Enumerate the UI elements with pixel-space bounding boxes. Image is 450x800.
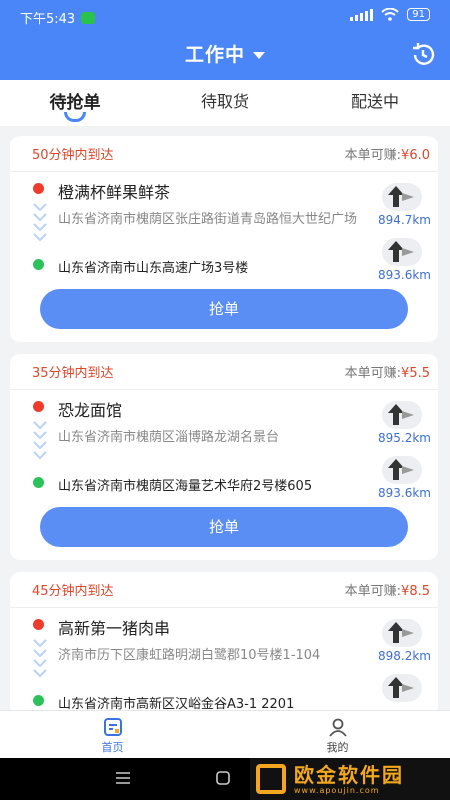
pickup-distance: 894.7km bbox=[378, 213, 431, 227]
order-deadline: 50分钟内到达 bbox=[32, 148, 114, 163]
delivery-dot bbox=[33, 477, 44, 488]
order-earnings: 本单可赚:¥8.5 bbox=[345, 580, 430, 599]
pickup-distance: 895.2km bbox=[378, 431, 431, 445]
shop-name: 橙满杯鲜果鲜茶 bbox=[58, 183, 171, 202]
nav-label: 我的 bbox=[326, 741, 349, 754]
signal-icon bbox=[350, 8, 374, 21]
watermark-text: 欧金软件园 bbox=[294, 762, 404, 787]
shop-name: 高新第一猪肉串 bbox=[58, 619, 171, 638]
earn-label: 本单可赚: bbox=[344, 366, 402, 381]
tab-label: 配送中 bbox=[350, 92, 399, 111]
pickup-address: 济南市历下区康虹路明湖白鹭郡10号楼1-104 bbox=[58, 648, 321, 663]
earn-amount: ¥6.0 bbox=[401, 148, 430, 163]
wechat-icon bbox=[81, 11, 96, 24]
bottom-nav: 首页 我的 bbox=[0, 710, 450, 758]
route-chevron-icon bbox=[33, 203, 47, 242]
nav-mine[interactable]: 我的 bbox=[225, 711, 450, 758]
watermark-logo-icon bbox=[256, 764, 286, 794]
dropdown-caret-icon bbox=[253, 52, 265, 59]
order-deadline: 45分钟内到达 bbox=[32, 584, 114, 599]
pickup-dot bbox=[33, 619, 44, 630]
watermark-url: www.apoujin.com bbox=[294, 785, 380, 795]
delivery-distance: 893.6km bbox=[378, 268, 431, 282]
order-list[interactable]: 50分钟内到达 本单可赚:¥6.0 橙满杯鲜果鲜茶 山东省济南市槐荫区张庄路街道… bbox=[0, 126, 450, 710]
order-tabs: 待抢单 待取货 配送中 bbox=[0, 80, 450, 126]
earn-label: 本单可赚: bbox=[344, 584, 402, 599]
watermark-text-block: 欧金软件园 www.apoujin.com bbox=[294, 764, 404, 795]
watermark: 欧金软件园 www.apoujin.com bbox=[250, 758, 450, 800]
order-earnings: 本单可赚:¥6.0 bbox=[345, 144, 430, 163]
pickup-distance: 898.2km bbox=[378, 649, 431, 663]
order-card-header: 50分钟内到达 本单可赚:¥6.0 bbox=[10, 136, 438, 172]
order-deadline: 35分钟内到达 bbox=[32, 366, 114, 381]
delivery-dot bbox=[33, 259, 44, 270]
home-square-icon[interactable] bbox=[215, 771, 231, 785]
navigate-arrow-icon[interactable] bbox=[382, 619, 422, 647]
status-time: 下午5:43 bbox=[20, 12, 76, 27]
tab-waiting-grab[interactable]: 待抢单 bbox=[0, 80, 150, 126]
order-card-header: 35分钟内到达 本单可赚:¥5.5 bbox=[10, 354, 438, 390]
delivery-address: 山东省济南市槐荫区海量艺术华府2号楼605 bbox=[58, 479, 313, 494]
delivery-address: 山东省济南市高新区汉峪金谷A3-1 2201 bbox=[58, 697, 295, 710]
delivery-address: 山东省济南市山东高速广场3号楼 bbox=[58, 261, 249, 276]
pickup-address: 山东省济南市槐荫区淄博路龙湖名景台 bbox=[58, 430, 280, 445]
pickup-dot bbox=[33, 183, 44, 194]
tab-delivering[interactable]: 配送中 bbox=[300, 80, 450, 126]
profile-icon bbox=[328, 718, 347, 737]
work-status-selector[interactable]: 工作中 bbox=[0, 40, 450, 67]
tab-active-indicator bbox=[64, 112, 86, 122]
navigate-arrow-icon[interactable] bbox=[382, 674, 422, 702]
route-chevron-icon bbox=[33, 639, 47, 678]
order-card-header: 45分钟内到达 本单可赚:¥8.5 bbox=[10, 572, 438, 608]
shop-name: 恐龙面馆 bbox=[58, 401, 123, 420]
page-title: 工作中 bbox=[184, 44, 245, 66]
home-icon bbox=[103, 718, 122, 736]
pickup-dot bbox=[33, 401, 44, 412]
grab-order-button[interactable]: 抢单 bbox=[40, 289, 408, 329]
order-card: 35分钟内到达 本单可赚:¥5.5 恐龙面馆 山东省济南市槐荫区淄博路龙湖名景台… bbox=[10, 354, 438, 560]
delivery-distance: 893.6km bbox=[378, 486, 431, 500]
top-bar: 下午5:43 91 工作中 bbox=[0, 0, 450, 80]
history-icon[interactable] bbox=[410, 42, 436, 68]
order-card: 50分钟内到达 本单可赚:¥6.0 橙满杯鲜果鲜茶 山东省济南市槐荫区张庄路街道… bbox=[10, 136, 438, 342]
pickup-address: 山东省济南市槐荫区张庄路街道青岛路恒大世纪广场 bbox=[58, 212, 358, 227]
battery-icon: 91 bbox=[407, 8, 430, 21]
order-card: 45分钟内到达 本单可赚:¥8.5 高新第一猪肉串 济南市历下区康虹路明湖白鹭郡… bbox=[10, 572, 438, 710]
wifi-icon bbox=[381, 8, 399, 21]
grab-order-button[interactable]: 抢单 bbox=[40, 507, 408, 547]
navigate-arrow-icon[interactable] bbox=[382, 401, 422, 429]
nav-label: 首页 bbox=[101, 741, 124, 754]
status-bar-right: 91 bbox=[350, 8, 430, 21]
earn-amount: ¥5.5 bbox=[401, 366, 430, 381]
navigate-arrow-icon[interactable] bbox=[382, 238, 422, 266]
navigate-arrow-icon[interactable] bbox=[382, 183, 422, 211]
menu-icon[interactable] bbox=[115, 771, 131, 785]
status-bar-left: 下午5:43 bbox=[20, 8, 96, 27]
tab-waiting-pickup[interactable]: 待取货 bbox=[150, 80, 300, 126]
delivery-dot bbox=[33, 695, 44, 706]
earn-label: 本单可赚: bbox=[344, 148, 402, 163]
tab-label: 待取货 bbox=[200, 92, 249, 111]
order-earnings: 本单可赚:¥5.5 bbox=[345, 362, 430, 381]
nav-home[interactable]: 首页 bbox=[0, 711, 225, 758]
navigate-arrow-icon[interactable] bbox=[382, 456, 422, 484]
earn-amount: ¥8.5 bbox=[401, 584, 430, 599]
tab-label: 待抢单 bbox=[49, 93, 101, 113]
route-chevron-icon bbox=[33, 421, 47, 460]
